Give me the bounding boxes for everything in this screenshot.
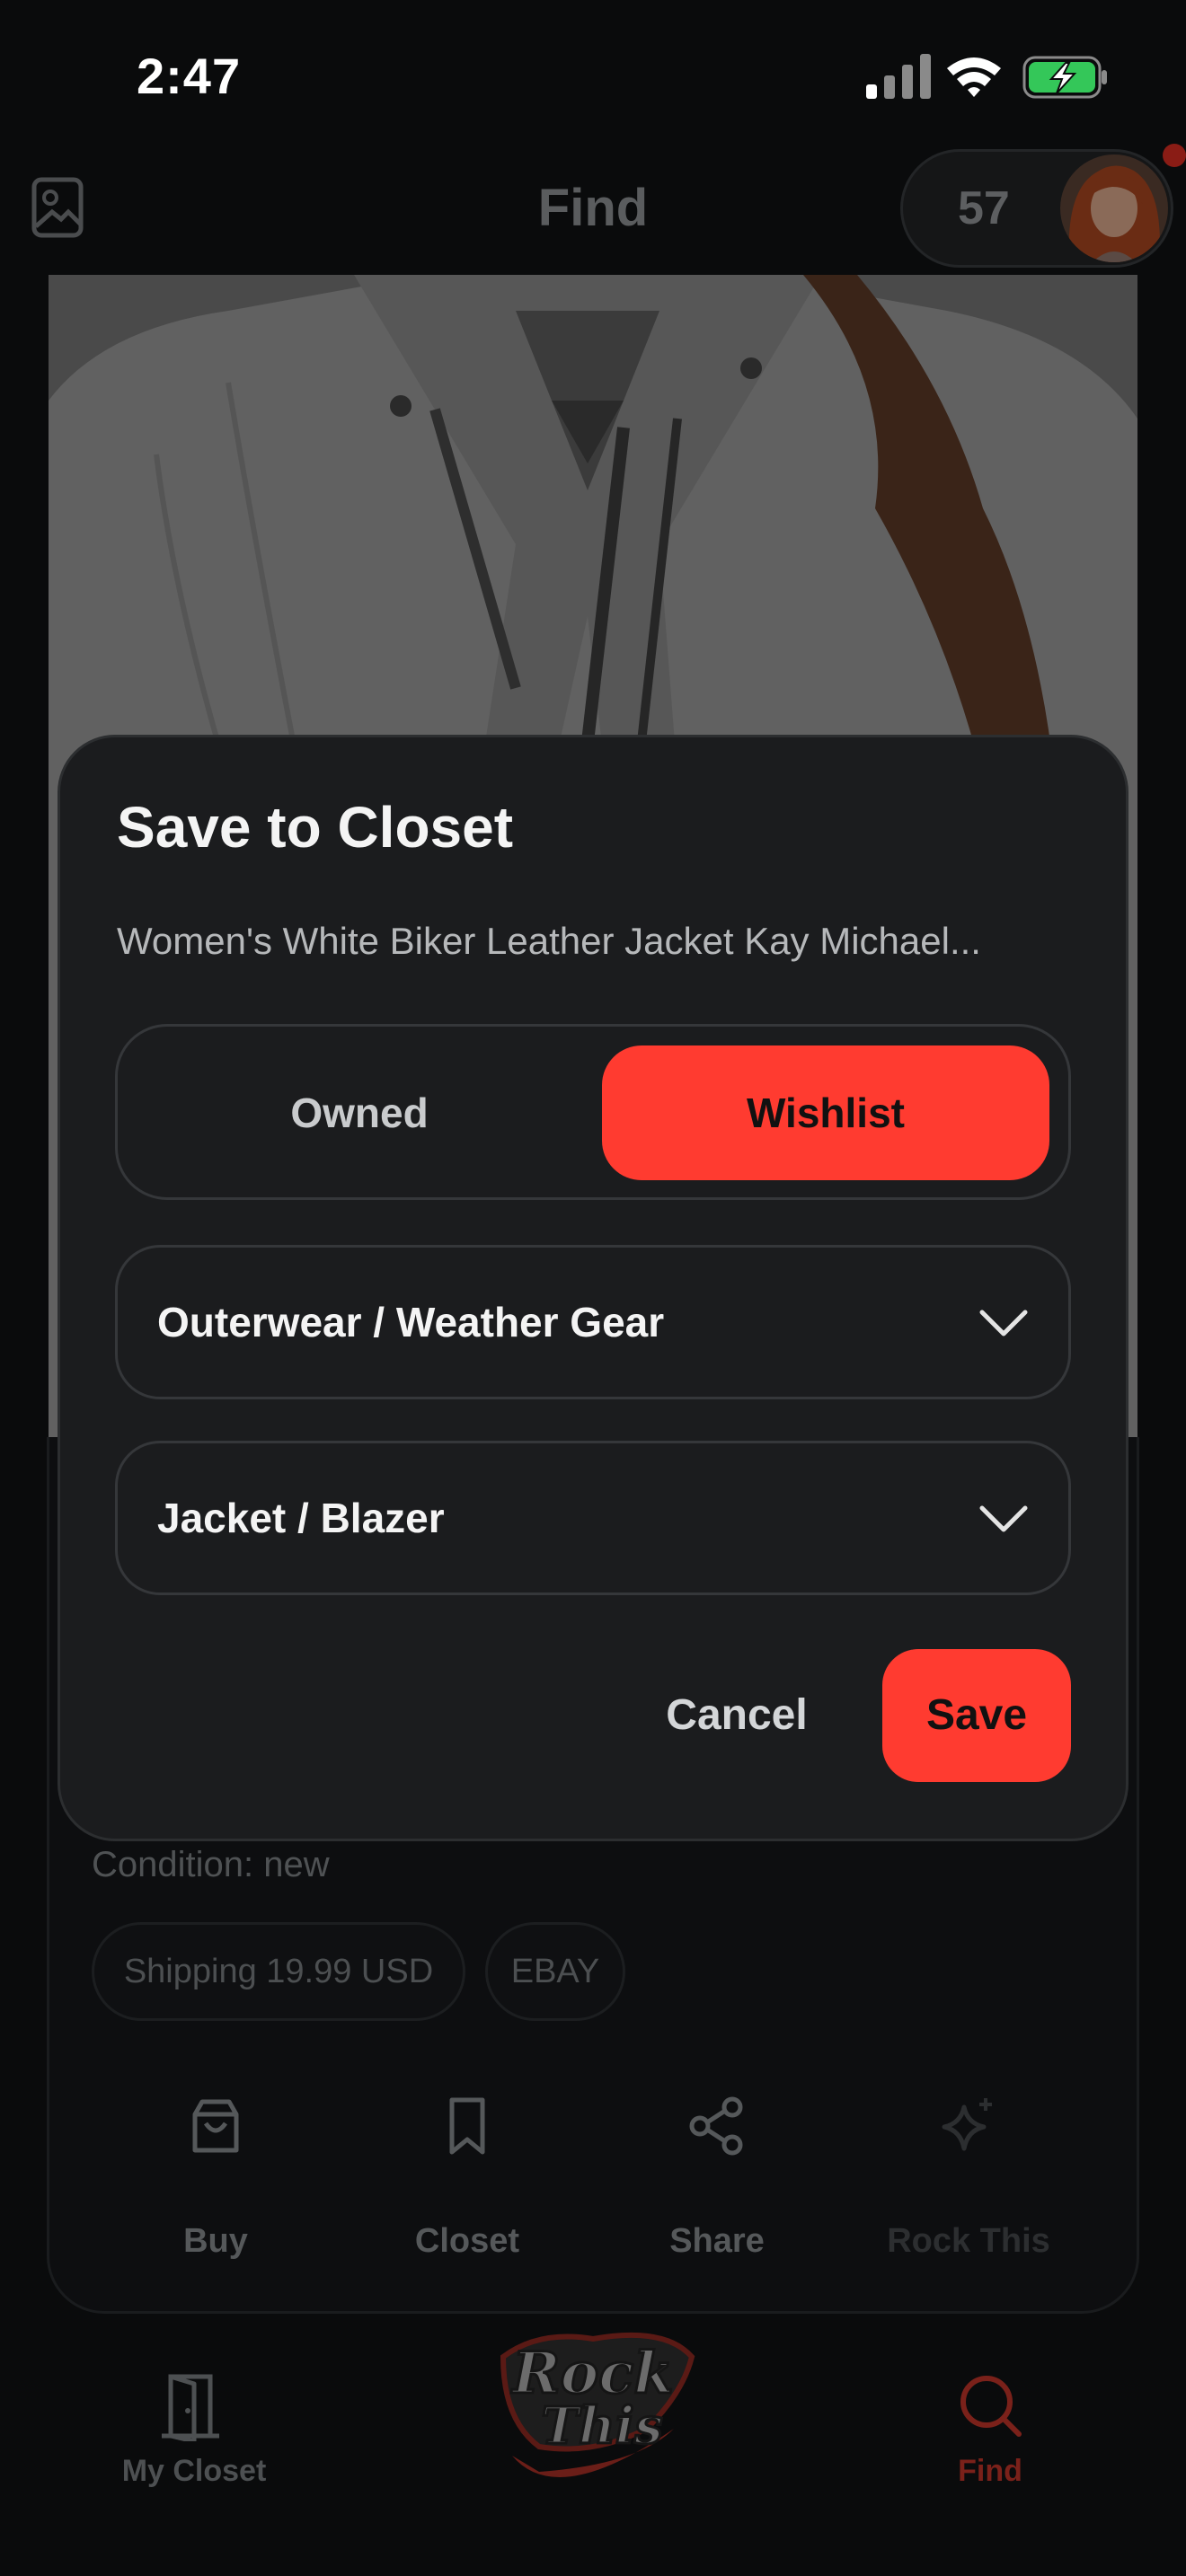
dialog-title: Save to Closet xyxy=(117,795,514,860)
screen: 2:47 Find 57 Condition: new Shipping 19.… xyxy=(0,0,1186,2576)
tab-find[interactable]: Find xyxy=(873,2369,1107,2489)
shopping-bag-icon xyxy=(192,2099,239,2153)
wifi-icon xyxy=(947,57,1001,97)
share-button[interactable]: Share xyxy=(609,2095,825,2260)
tab-my-closet-label: My Closet xyxy=(121,2454,267,2488)
save-button[interactable]: Save xyxy=(882,1649,1071,1782)
credit-count: 57 xyxy=(958,182,1010,234)
wishlist-option[interactable]: Wishlist xyxy=(602,1045,1049,1180)
shipping-chip: Shipping 19.99 USD xyxy=(92,1922,465,2021)
condition-text: Condition: new xyxy=(92,1845,330,1884)
category-select[interactable]: Outerwear / Weather Gear xyxy=(115,1245,1071,1399)
closet-label: Closet xyxy=(414,2222,520,2260)
tab-my-closet[interactable]: My Closet xyxy=(77,2369,311,2489)
owned-option[interactable]: Owned xyxy=(135,1045,584,1180)
chevron-down-icon xyxy=(979,1310,1028,1337)
category-value: Outerwear / Weather Gear xyxy=(157,1299,665,1345)
svg-text:This: This xyxy=(541,2396,662,2456)
closet-button[interactable]: Closet xyxy=(359,2095,575,2260)
status-time: 2:47 xyxy=(137,48,242,104)
share-label: Share xyxy=(669,2222,765,2260)
cancel-button[interactable]: Cancel xyxy=(647,1649,827,1782)
closet-door-icon xyxy=(162,2374,219,2441)
rock-this-button[interactable]: Rock This xyxy=(861,2095,1076,2260)
rock-this-logo[interactable]: Rock This xyxy=(485,2321,701,2501)
share-icon xyxy=(689,2096,743,2156)
avatar[interactable] xyxy=(1060,154,1168,262)
notification-dot xyxy=(1163,144,1186,167)
bookmark-icon xyxy=(449,2097,485,2155)
sparkle-icon xyxy=(942,2098,992,2151)
chevron-down-icon xyxy=(979,1505,1028,1532)
rock-this-label: Rock This xyxy=(887,2222,1050,2260)
battery-charging-icon xyxy=(1022,56,1107,99)
product-title: Women's White Biker Leather Jacket Kay M… xyxy=(117,920,981,962)
status-icons xyxy=(866,54,1107,99)
buy-label: Buy xyxy=(183,2222,248,2260)
subcategory-select[interactable]: Jacket / Blazer xyxy=(115,1441,1071,1595)
tab-find-label: Find xyxy=(958,2454,1022,2488)
source-chip: EBAY xyxy=(485,1922,625,2021)
search-icon xyxy=(960,2376,1022,2437)
buy-button[interactable]: Buy xyxy=(108,2095,323,2260)
cellular-signal-icon xyxy=(866,54,931,99)
subcategory-value: Jacket / Blazer xyxy=(157,1495,445,1541)
